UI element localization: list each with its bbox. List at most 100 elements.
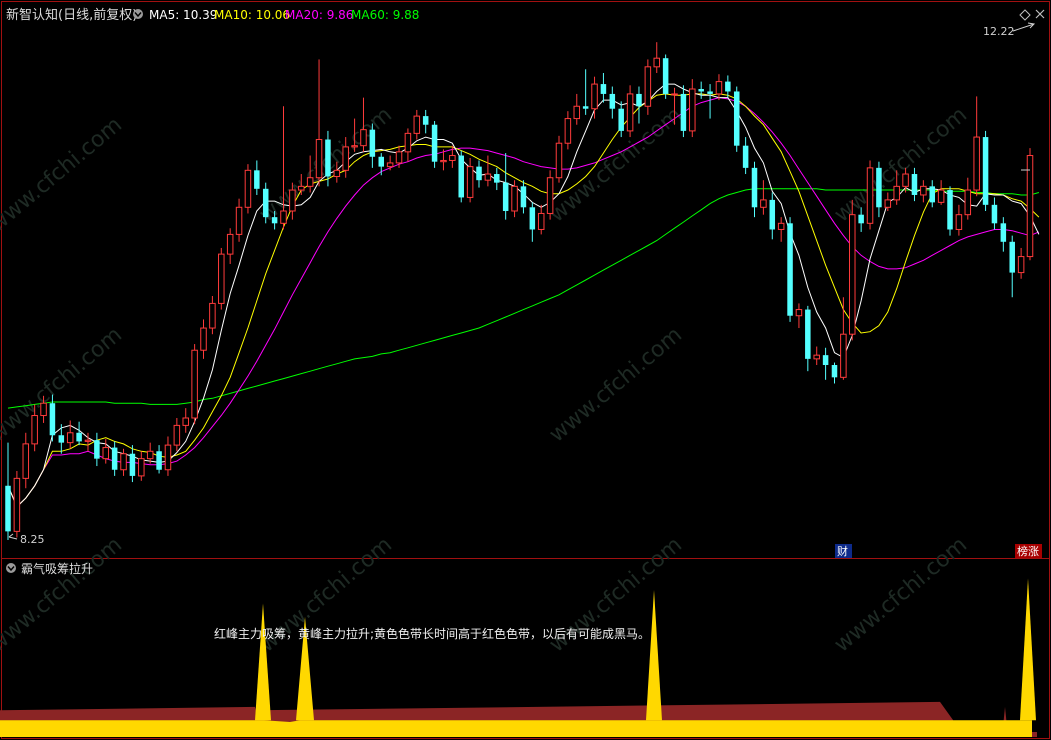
candle-body (636, 93, 642, 107)
candle (520, 180, 527, 214)
candle (937, 180, 945, 205)
candle (689, 79, 696, 138)
yellow-band (0, 720, 1032, 737)
candle (618, 101, 624, 138)
candle (955, 204, 963, 236)
candle-body (325, 139, 331, 177)
candle-body (102, 447, 110, 460)
candle (822, 347, 829, 380)
high-price-label: 12.22 (983, 25, 1015, 38)
candle (1000, 217, 1007, 252)
yellow-peak (646, 590, 662, 721)
candle (378, 153, 385, 176)
candle-body (94, 440, 100, 459)
candle (973, 96, 980, 197)
finance-marker-label: 财 (837, 544, 848, 558)
indicator-title: 霸气吸筹拉升 (21, 561, 93, 576)
candle-body (413, 115, 421, 134)
candle (636, 86, 642, 124)
candle (591, 76, 598, 119)
candle-body (777, 222, 785, 230)
candle (13, 470, 21, 538)
yellow-peak (255, 603, 271, 721)
high-pointer-icon (1012, 22, 1036, 32)
candle-body (298, 185, 305, 191)
candle-body (1000, 223, 1007, 242)
candle (546, 170, 554, 220)
candle (929, 180, 935, 208)
candle (680, 85, 687, 138)
candle (315, 59, 323, 187)
candle-body (306, 177, 314, 187)
candle (76, 421, 82, 446)
candle-body (369, 129, 376, 157)
candle (805, 305, 811, 372)
candle (876, 161, 882, 218)
candle-body (511, 185, 518, 212)
candle-body (49, 403, 56, 436)
candle (715, 74, 723, 101)
candle-body (209, 302, 216, 329)
candle-body (715, 81, 723, 95)
candle-body (13, 477, 21, 532)
candle-body (947, 190, 953, 230)
candle-body (955, 214, 963, 230)
candle-body (546, 177, 554, 214)
candle-body (964, 189, 972, 216)
candle-body (58, 435, 65, 443)
candle (369, 123, 376, 168)
candle (235, 198, 243, 242)
candle-body (333, 169, 341, 177)
candle-body (484, 173, 492, 181)
candle-body (644, 66, 652, 107)
candle-body (404, 132, 412, 153)
candle-body (733, 91, 740, 146)
candle-body (787, 223, 793, 316)
candle (182, 408, 189, 433)
candle (200, 319, 207, 359)
candle-body (146, 450, 154, 460)
candle (466, 158, 474, 203)
candle-body (494, 174, 500, 183)
candle-body (315, 139, 323, 179)
close-icon[interactable] (1035, 9, 1045, 19)
candle-body (173, 424, 181, 446)
ma10-path (7, 93, 1040, 508)
candle (413, 109, 421, 140)
surge-marker-label: 榜涨 (1017, 544, 1039, 558)
candle (422, 109, 429, 134)
candle-body (200, 327, 207, 351)
candle-body (680, 93, 687, 131)
low-pointer-icon (8, 533, 18, 540)
candle (911, 167, 918, 202)
candle (191, 344, 198, 425)
candle (66, 420, 74, 449)
candle-body (937, 189, 945, 203)
candle (742, 137, 749, 175)
candle-body (876, 167, 882, 208)
candle-body (218, 253, 225, 304)
candle (209, 296, 216, 335)
candle-body (22, 443, 30, 479)
candle-body (973, 136, 980, 191)
candle-body (449, 155, 456, 161)
candle-body (254, 170, 260, 189)
candle (502, 153, 509, 220)
candle-body (386, 162, 394, 168)
candle (707, 84, 713, 119)
expand-icon[interactable] (1019, 9, 1031, 21)
indicator-collapse-icon[interactable] (6, 563, 16, 573)
watermark-text: www.cfchi.com (0, 112, 127, 237)
candle (573, 93, 581, 125)
candle-body (502, 182, 509, 211)
candle-body (156, 451, 162, 470)
candle-body (111, 447, 118, 470)
collapse-icon[interactable] (133, 9, 143, 19)
candle-body (671, 93, 678, 96)
candle-body (600, 84, 607, 94)
candle (991, 197, 998, 230)
candle-body (760, 199, 767, 208)
candle (725, 75, 731, 98)
candle-body (1009, 241, 1015, 273)
candle-body (458, 155, 464, 198)
